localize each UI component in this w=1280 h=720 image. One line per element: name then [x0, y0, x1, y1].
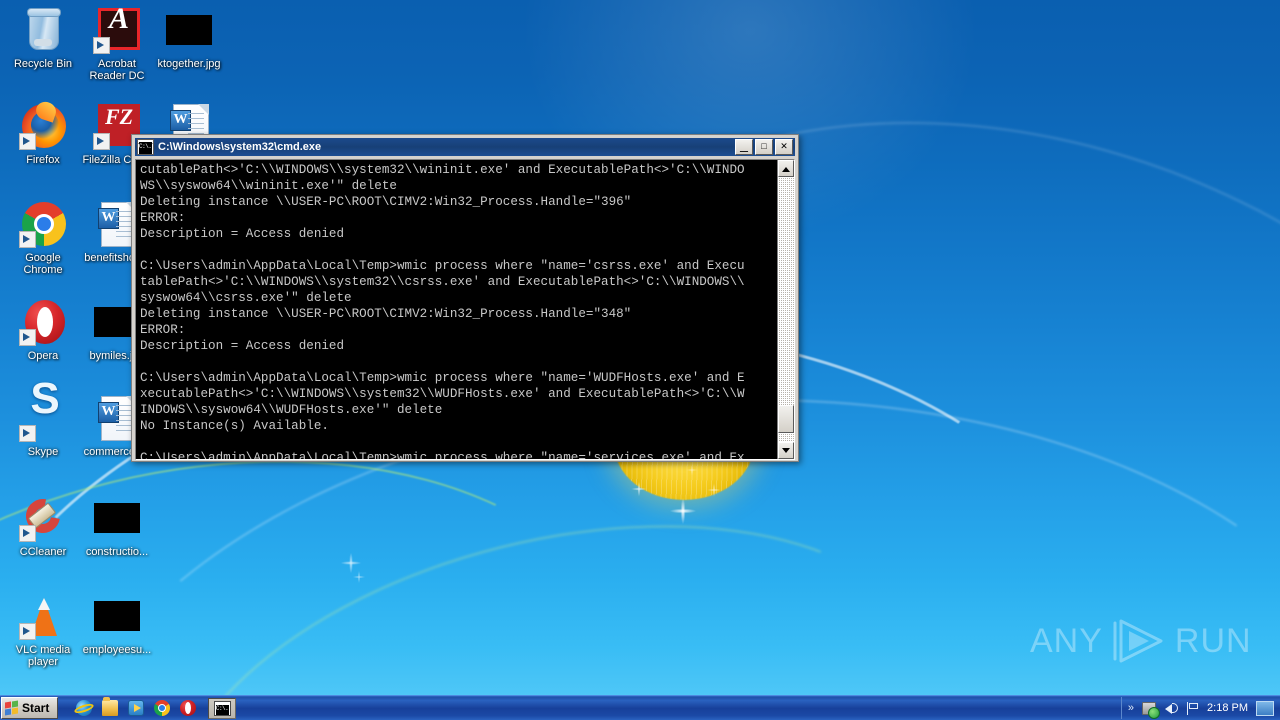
system-tray[interactable]: » 2:18 PM — [1120, 697, 1280, 719]
window-controls: _ □ ✕ — [735, 136, 793, 155]
desktop-icon-label: Firefox — [26, 154, 60, 166]
clock[interactable]: 2:18 PM — [1207, 702, 1248, 714]
firefox-icon — [19, 102, 67, 150]
desktop-icon-firefox[interactable]: Firefox — [6, 102, 80, 166]
desktop-icon-acrobat-reader[interactable]: Acrobat Reader DC — [80, 6, 154, 82]
redacted-image-icon — [165, 6, 213, 54]
desktop-icon-label: ktogether.jpg — [157, 58, 221, 70]
cmd-window-title: C:\Windows\system32\cmd.exe — [158, 141, 322, 153]
show-hidden-icons-icon[interactable]: » — [1128, 701, 1134, 715]
shortcut-arrow-icon — [19, 133, 36, 150]
shortcut-arrow-icon — [19, 623, 36, 640]
vlc-icon — [19, 592, 67, 640]
internet-explorer-icon[interactable] — [76, 700, 93, 716]
console-output-text: cutablePath<>'C:\\WINDOWS\\system32\\win… — [140, 163, 745, 459]
scrollbar-thumb[interactable] — [778, 405, 794, 433]
shortcut-arrow-icon — [19, 425, 36, 442]
watermark-text-run: RUN — [1174, 621, 1252, 660]
shortcut-arrow-icon — [93, 133, 110, 150]
desktop-icon-vlc-media-player[interactable]: VLC media player — [6, 592, 80, 668]
shortcut-arrow-icon — [19, 231, 36, 248]
wallpaper-sparkle — [350, 568, 368, 586]
desktop-icon-recycle-bin[interactable]: Recycle Bin — [6, 6, 80, 70]
cmd-console-body[interactable]: cutablePath<>'C:\\WINDOWS\\system32\\win… — [135, 159, 795, 460]
desktop-icon-label: Recycle Bin — [13, 58, 73, 70]
console-icon — [213, 700, 231, 716]
wallpaper-arc — [120, 451, 984, 720]
redacted-image-icon — [93, 592, 141, 640]
desktop-icon-employeesu[interactable]: employeesu... — [80, 592, 154, 656]
minimize-button[interactable]: _ — [735, 136, 753, 155]
shortcut-arrow-icon — [93, 37, 110, 54]
volume-icon[interactable] — [1164, 701, 1179, 715]
desktop-icon-ktogether-jpg[interactable]: ktogether.jpg — [152, 6, 226, 70]
desktop-icon-google-chrome[interactable]: Google Chrome — [6, 200, 80, 276]
cmd-titlebar[interactable]: C:\Windows\system32\cmd.exe _ □ ✕ — [135, 136, 795, 156]
chrome-icon — [19, 200, 67, 248]
recycle-bin-icon — [19, 6, 67, 54]
console-scrollbar[interactable] — [777, 160, 794, 459]
opera-icon — [19, 298, 67, 346]
desktop-icon-label: Acrobat Reader DC — [89, 58, 145, 82]
desktop-icon-label: Skype — [27, 446, 59, 458]
scroll-up-button[interactable] — [778, 160, 794, 177]
console-icon — [137, 139, 154, 155]
network-icon[interactable] — [1142, 701, 1161, 719]
windows-explorer-icon[interactable] — [102, 697, 119, 716]
shortcut-arrow-icon — [19, 525, 36, 542]
scrollbar-track[interactable] — [778, 177, 794, 442]
shortcut-arrow-icon — [19, 329, 36, 346]
skype-icon — [19, 393, 67, 442]
desktop-icon-label: Opera — [27, 350, 59, 362]
desktop-icon-label: Google Chrome — [23, 252, 63, 276]
action-center-flag-icon[interactable] — [1186, 701, 1199, 715]
desktop-icon-ccleaner[interactable]: CCleaner — [6, 494, 80, 558]
close-icon: ✕ — [780, 141, 788, 151]
wallpaper-sparkle — [336, 548, 366, 578]
redacted-image-icon — [93, 494, 141, 542]
taskbar[interactable]: Start » 2:18 PM — [0, 695, 1280, 720]
quick-launch-bar[interactable] — [76, 697, 197, 716]
start-button-label: Start — [22, 701, 50, 715]
desktop-icon-label: constructio... — [85, 546, 149, 558]
scroll-down-button[interactable] — [778, 442, 794, 459]
desktop-icon-skype[interactable]: Skype — [6, 393, 80, 458]
ccleaner-icon — [19, 494, 67, 542]
watermark-text-any: ANY — [1030, 621, 1103, 660]
desktop-icon-label: CCleaner — [19, 546, 67, 558]
desktop-icon-constructio[interactable]: constructio... — [80, 494, 154, 558]
anyrun-watermark: ANY RUN — [1030, 618, 1252, 664]
desktop-icon-label: VLC media player — [15, 644, 71, 668]
maximize-button[interactable]: □ — [755, 139, 773, 155]
start-button[interactable]: Start — [1, 697, 59, 719]
maximize-icon: □ — [761, 141, 767, 151]
show-desktop-button[interactable] — [1256, 700, 1274, 716]
windows-flag-icon — [5, 700, 19, 716]
taskbar-window-buttons[interactable] — [208, 697, 237, 719]
desktop-icon-opera[interactable]: Opera — [6, 298, 80, 362]
chrome-icon[interactable] — [154, 700, 171, 716]
opera-icon[interactable] — [180, 700, 197, 716]
acrobat-reader-icon — [93, 6, 141, 54]
desktop-icon-label: employeesu... — [82, 644, 152, 656]
windows-media-player-icon[interactable] — [128, 700, 145, 716]
desktop[interactable]: Recycle Bin Acrobat Reader DC ktogether.… — [0, 0, 1280, 720]
cmd-window[interactable]: C:\Windows\system32\cmd.exe _ □ ✕ cutabl… — [131, 134, 799, 462]
taskbar-item-cmd[interactable] — [208, 697, 237, 719]
minimize-icon: _ — [740, 136, 748, 152]
close-button[interactable]: ✕ — [775, 139, 793, 155]
play-triangle-icon — [1113, 619, 1163, 663]
